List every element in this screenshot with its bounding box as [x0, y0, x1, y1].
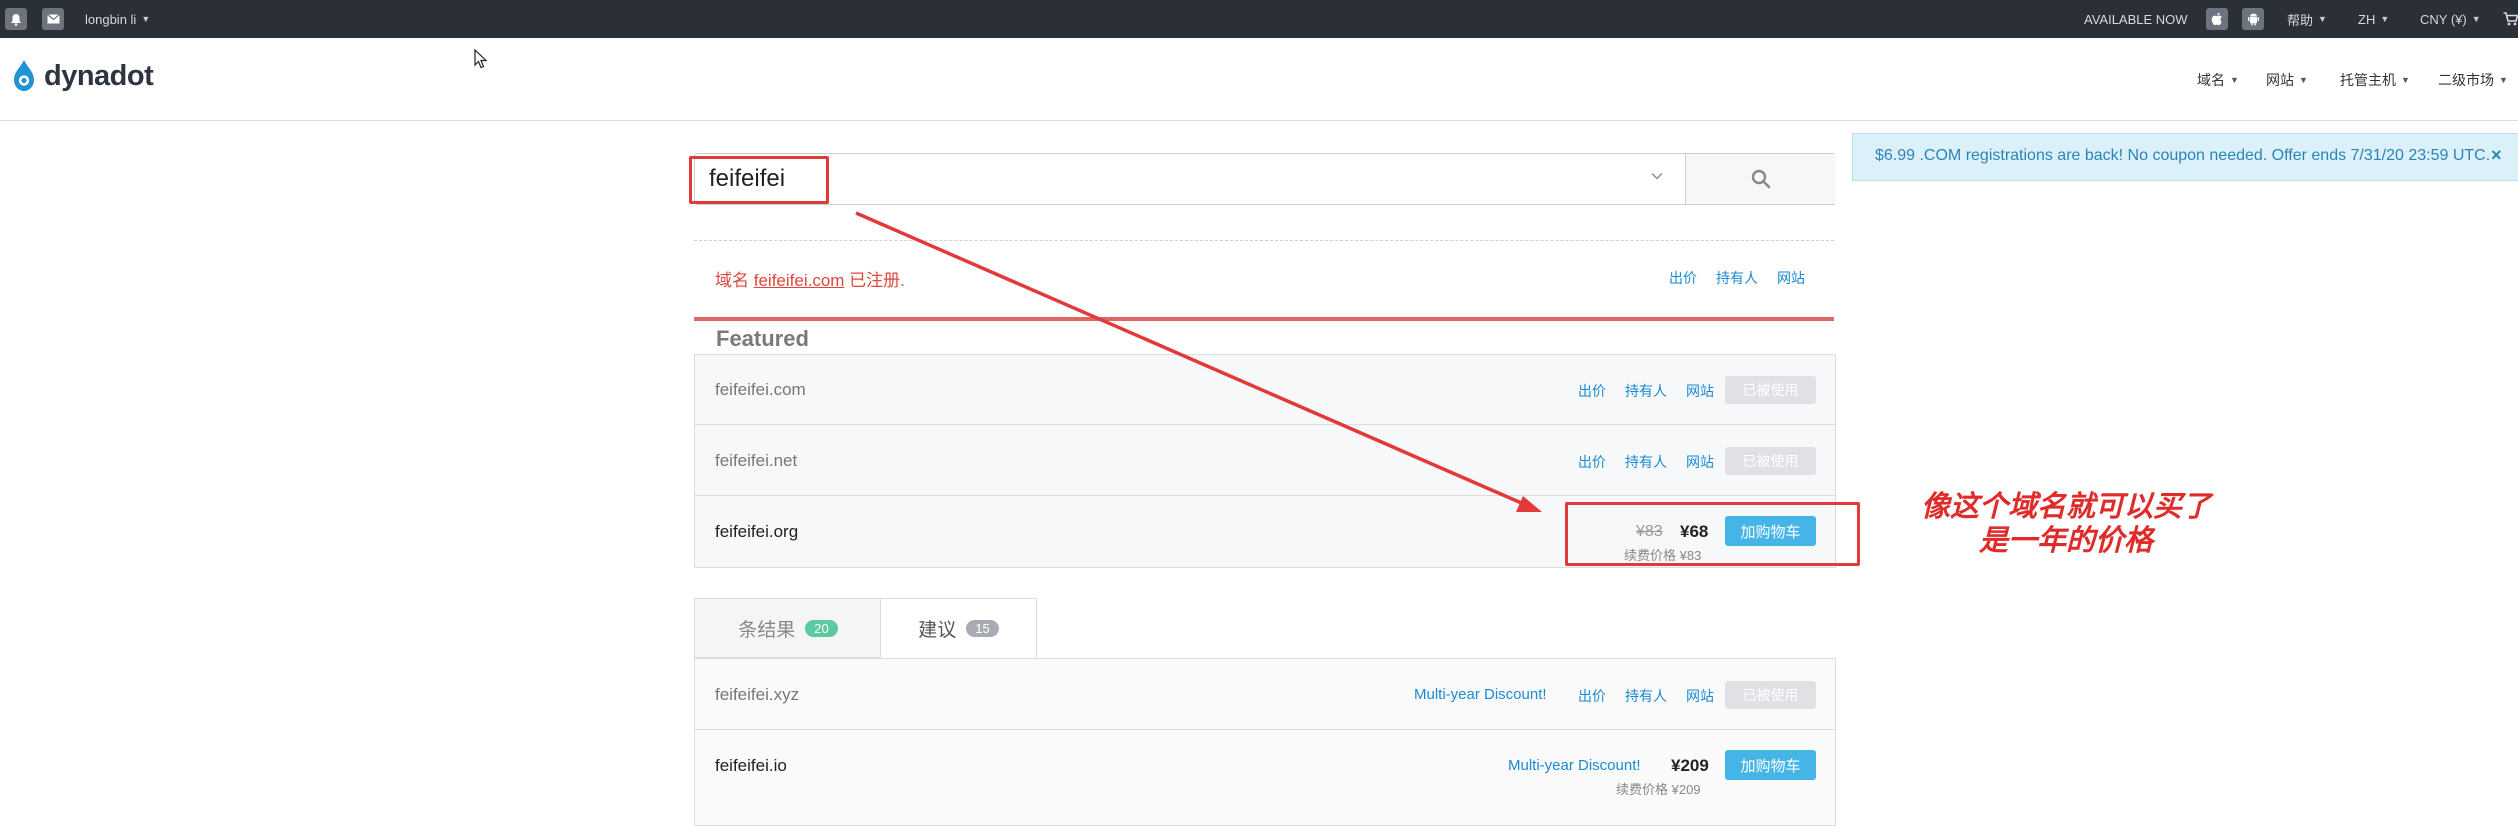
annotation-arrow-icon	[855, 211, 1542, 512]
annotation-line-1: 像这个域名就可以买了	[1920, 489, 2211, 523]
annotation-line-2: 是一年的价格	[1978, 523, 2153, 557]
annotation-note: 像这个域名就可以买了 是一年的价格	[1904, 489, 2228, 557]
